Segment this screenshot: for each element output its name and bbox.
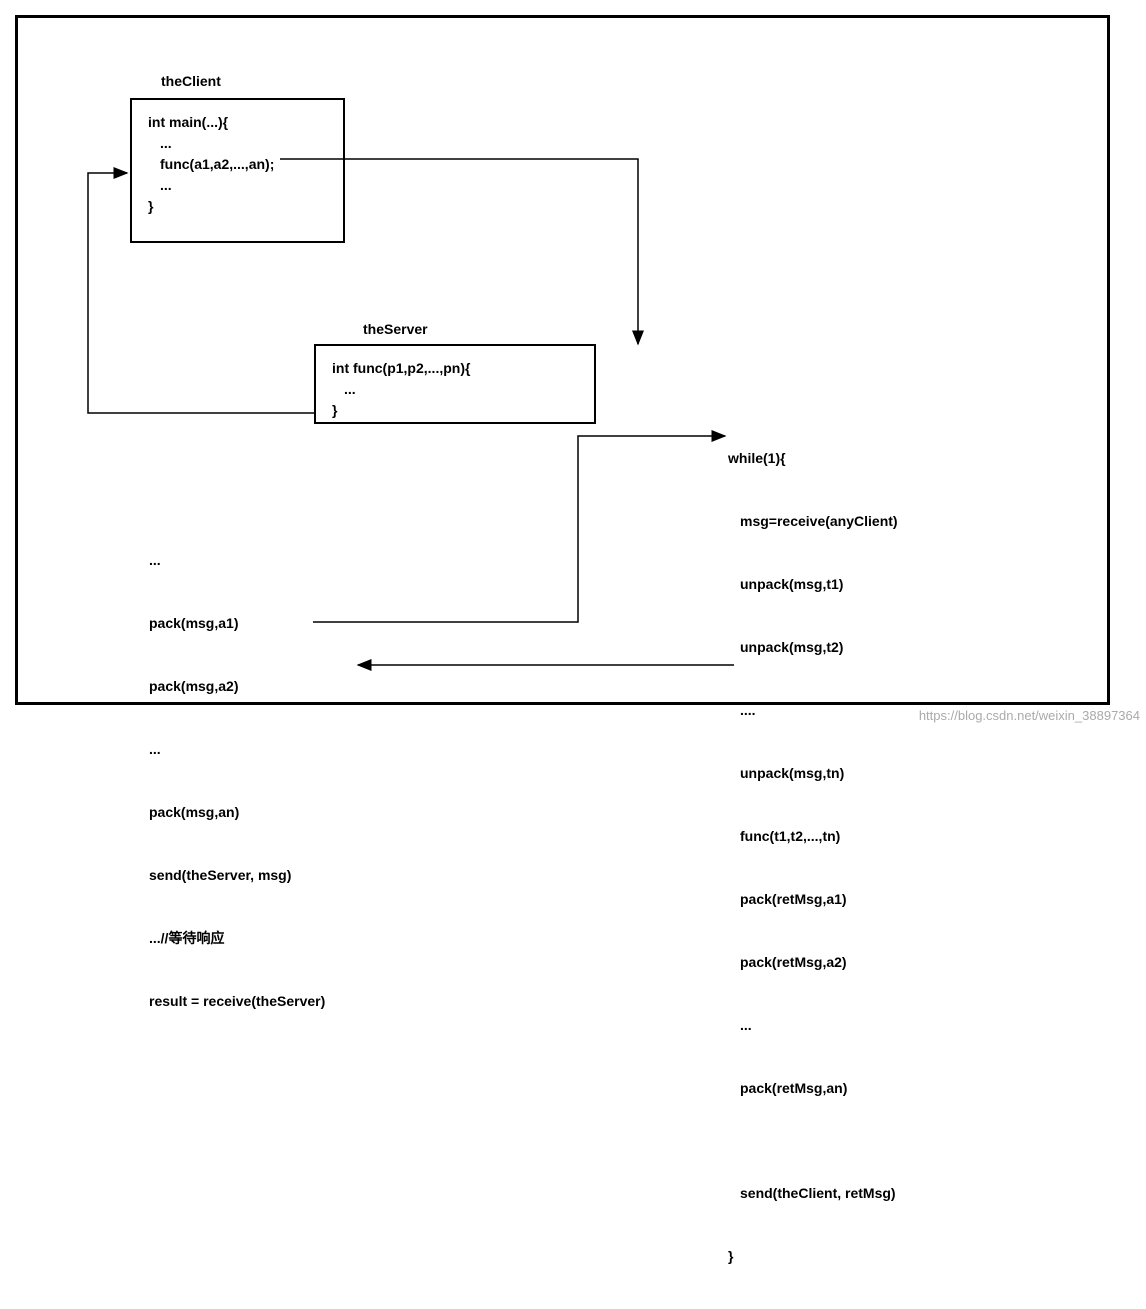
client-line-3: func(a1,a2,...,an);	[148, 154, 327, 175]
loop-l10: ...	[728, 1015, 898, 1036]
pack-l3: pack(msg,a2)	[149, 676, 325, 697]
server-title: theServer	[363, 321, 428, 337]
loop-l6: unpack(msg,tn)	[728, 763, 898, 784]
server-line-2: ...	[332, 379, 578, 400]
loop-l14: }	[728, 1246, 898, 1267]
server-line-1: int func(p1,p2,...,pn){	[332, 358, 578, 379]
pack-l5: pack(msg,an)	[149, 802, 325, 823]
loop-l7: func(t1,t2,...,tn)	[728, 826, 898, 847]
client-title: theClient	[161, 73, 221, 89]
pack-l6: send(theServer, msg)	[149, 865, 325, 886]
loop-l13: send(theClient, retMsg)	[728, 1183, 898, 1204]
loop-l8: pack(retMsg,a1)	[728, 889, 898, 910]
client-line-1: int main(...){	[148, 112, 327, 133]
pack-l7: ...//等待响应	[149, 928, 325, 949]
pack-l1: ...	[149, 550, 325, 571]
pack-l2: pack(msg,a1)	[149, 613, 325, 634]
loop-l4: unpack(msg,t2)	[728, 637, 898, 658]
diagram-frame: theClient int main(...){ ... func(a1,a2,…	[15, 15, 1110, 705]
loop-l9: pack(retMsg,a2)	[728, 952, 898, 973]
client-box: int main(...){ ... func(a1,a2,...,an); .…	[130, 98, 345, 243]
loop-l3: unpack(msg,t1)	[728, 574, 898, 595]
client-pack-block: ... pack(msg,a1) pack(msg,a2) ... pack(m…	[149, 508, 325, 1054]
server-line-3: }	[332, 400, 578, 421]
loop-l2: msg=receive(anyClient)	[728, 511, 898, 532]
loop-l11: pack(retMsg,an)	[728, 1078, 898, 1099]
loop-l5: ....	[728, 700, 898, 721]
watermark-text: https://blog.csdn.net/weixin_38897364	[919, 708, 1140, 723]
pack-l8: result = receive(theServer)	[149, 991, 325, 1012]
client-line-5: }	[148, 196, 327, 217]
server-loop-block: while(1){ msg=receive(anyClient) unpack(…	[728, 406, 898, 1309]
client-line-2: ...	[148, 133, 327, 154]
loop-l1: while(1){	[728, 448, 898, 469]
server-box: int func(p1,p2,...,pn){ ... }	[314, 344, 596, 424]
pack-l4: ...	[149, 739, 325, 760]
client-line-4: ...	[148, 175, 327, 196]
